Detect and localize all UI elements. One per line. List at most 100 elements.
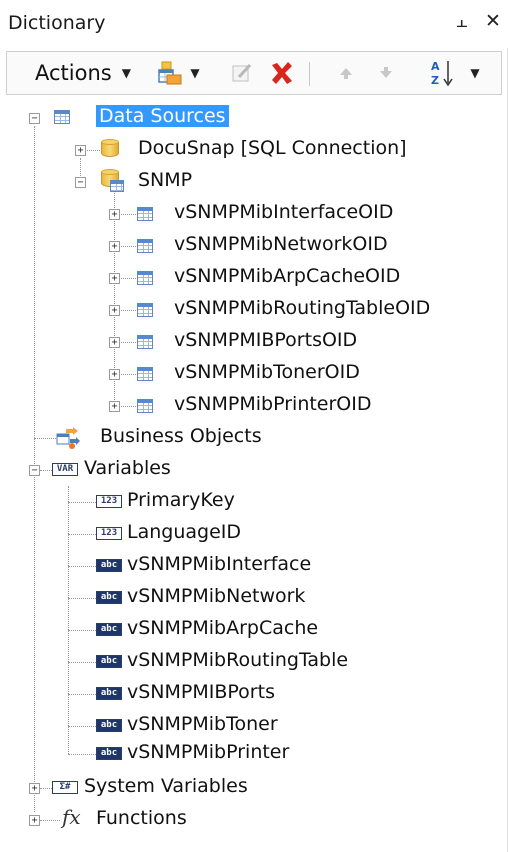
tree-label-table[interactable]: vSNMPMIBPortsOID xyxy=(174,329,357,351)
functions-icon: fx xyxy=(62,805,81,829)
string-variable-icon: abc xyxy=(96,719,122,732)
tree-label-table[interactable]: vSNMPMibArpCacheOID xyxy=(174,265,400,287)
move-down-icon xyxy=(380,67,392,78)
numeric-variable-icon: 123 xyxy=(96,527,122,540)
dictionary-toolbar: Actions ▼ ▼ A Z ▼ xyxy=(6,51,502,95)
string-variable-icon: abc xyxy=(96,591,122,604)
tree-node-variable[interactable]: abc vSNMPMibArpCache xyxy=(0,614,508,646)
numeric-variable-icon: 123 xyxy=(96,495,122,508)
expand-toggle-icon[interactable]: + xyxy=(109,337,120,348)
collapse-toggle-icon[interactable]: − xyxy=(29,465,40,476)
move-down-button[interactable] xyxy=(373,52,399,94)
tree-label-table[interactable]: vSNMPMibTonerOID xyxy=(174,361,360,383)
tree-label-variables[interactable]: Variables xyxy=(84,457,171,479)
move-up-icon xyxy=(340,68,352,79)
expand-toggle-icon[interactable]: + xyxy=(109,273,120,284)
tree-label-business-objects[interactable]: Business Objects xyxy=(100,425,262,447)
tree-label-variable[interactable]: LanguageID xyxy=(127,521,241,543)
close-icon[interactable]: ✕ xyxy=(485,10,501,32)
expand-toggle-icon[interactable]: + xyxy=(29,783,40,794)
string-variable-icon: abc xyxy=(96,747,122,760)
tree-node-snmp-table[interactable]: + vSNMPMibArpCacheOID xyxy=(0,262,508,294)
new-item-caret-icon: ▼ xyxy=(190,66,200,80)
string-variable-icon: abc xyxy=(96,687,122,700)
new-item-icon xyxy=(158,61,182,85)
tree-node-snmp-table[interactable]: + vSNMPMibNetworkOID xyxy=(0,230,508,262)
sort-button[interactable]: A Z ▼ xyxy=(419,52,491,94)
tree-node-variable[interactable]: abc vSNMPMibPrinter xyxy=(0,738,508,770)
pin-icon[interactable]: ⫠ xyxy=(456,10,468,32)
tree-label-variable[interactable]: vSNMPMibRoutingTable xyxy=(127,649,348,671)
tree-node-variable[interactable]: 123 PrimaryKey xyxy=(0,486,508,518)
tree-label-data-sources[interactable]: Data Sources xyxy=(96,105,229,127)
sort-caret-icon: ▼ xyxy=(470,66,480,80)
tree-label-system-variables[interactable]: System Variables xyxy=(84,775,248,797)
tree-label-functions[interactable]: Functions xyxy=(96,807,187,829)
tree-node-snmp[interactable]: − SNMP xyxy=(0,166,508,198)
tree-node-docusnap[interactable]: + DocuSnap [SQL Connection] xyxy=(0,134,508,166)
database-icon xyxy=(101,139,119,159)
expand-toggle-icon[interactable]: + xyxy=(109,209,120,220)
expand-toggle-icon[interactable]: + xyxy=(109,369,120,380)
tree-node-snmp-table[interactable]: + vSNMPMibTonerOID xyxy=(0,358,508,390)
tree-label-variable[interactable]: vSNMPMibPrinter xyxy=(127,741,289,763)
business-objects-icon xyxy=(56,427,80,449)
tree-node-business-objects[interactable]: Business Objects xyxy=(0,422,508,454)
variables-icon: VAR xyxy=(52,463,78,476)
svg-text:A: A xyxy=(431,60,440,73)
svg-text:Z: Z xyxy=(431,74,439,87)
tree-node-snmp-table[interactable]: + vSNMPMIBPortsOID xyxy=(0,326,508,358)
table-icon xyxy=(137,239,153,253)
tree-node-functions[interactable]: + fx Functions xyxy=(0,804,508,836)
tree-label-table[interactable]: vSNMPMibPrinterOID xyxy=(174,393,372,415)
expand-toggle-icon[interactable]: + xyxy=(109,305,120,316)
tree-label-variable[interactable]: PrimaryKey xyxy=(127,489,235,511)
tree-label-table[interactable]: vSNMPMibInterfaceOID xyxy=(174,201,393,223)
tree-label-variable[interactable]: vSNMPMIBPorts xyxy=(127,681,275,703)
expand-toggle-icon[interactable]: + xyxy=(75,145,86,156)
string-variable-icon: abc xyxy=(96,623,122,636)
expand-toggle-icon[interactable]: + xyxy=(109,401,120,412)
sort-az-icon: A Z xyxy=(431,60,453,87)
table-icon xyxy=(137,367,153,381)
tree-label-variable[interactable]: vSNMPMibInterface xyxy=(127,553,311,575)
delete-icon xyxy=(272,62,292,84)
tree-label-table[interactable]: vSNMPMibRoutingTableOID xyxy=(174,297,430,319)
tree-node-variable[interactable]: abc vSNMPMIBPorts xyxy=(0,678,508,710)
toolbar-separator xyxy=(309,62,310,86)
new-item-button[interactable]: ▼ xyxy=(153,52,205,94)
tree-label-variable[interactable]: vSNMPMibNetwork xyxy=(127,585,305,607)
tree-node-system-variables[interactable]: + Σ# System Variables xyxy=(0,772,508,804)
table-icon xyxy=(137,303,153,317)
tree-label-variable[interactable]: vSNMPMibArpCache xyxy=(127,617,318,639)
table-icon xyxy=(137,335,153,349)
tree-node-snmp-table[interactable]: + vSNMPMibInterfaceOID xyxy=(0,198,508,230)
tree-label-variable[interactable]: vSNMPMibToner xyxy=(127,713,278,735)
delete-button[interactable] xyxy=(265,52,299,94)
tree-label-docusnap[interactable]: DocuSnap [SQL Connection] xyxy=(138,137,407,159)
tree-node-variable[interactable]: 123 LanguageID xyxy=(0,518,508,550)
move-up-button[interactable] xyxy=(333,52,359,94)
tree-node-snmp-table[interactable]: + vSNMPMibPrinterOID xyxy=(0,390,508,422)
edit-button[interactable] xyxy=(227,52,257,94)
tree-label-table[interactable]: vSNMPMibNetworkOID xyxy=(174,233,388,255)
tree-node-snmp-table[interactable]: + vSNMPMibRoutingTableOID xyxy=(0,294,508,326)
tree-node-variables[interactable]: − VAR Variables xyxy=(0,454,508,486)
tree-label-snmp[interactable]: SNMP xyxy=(138,169,192,191)
collapse-toggle-icon[interactable]: − xyxy=(75,177,86,188)
edit-icon xyxy=(232,63,252,82)
tree-node-data-sources[interactable]: − Data Sources xyxy=(0,102,508,134)
actions-menu-button[interactable]: Actions ▼ xyxy=(29,52,137,94)
dictionary-panel: Dictionary ⫠ ✕ Actions ▼ ▼ A Z ▼ − Data … xyxy=(0,0,508,852)
expand-toggle-icon[interactable]: + xyxy=(29,815,40,826)
expand-toggle-icon[interactable]: + xyxy=(109,241,120,252)
table-icon xyxy=(137,399,153,413)
tree-node-variable[interactable]: abc vSNMPMibInterface xyxy=(0,550,508,582)
panel-titlebar: Dictionary ⫠ ✕ xyxy=(0,0,508,48)
snmp-table-icon xyxy=(110,180,124,192)
tree-node-variable[interactable]: abc vSNMPMibRoutingTable xyxy=(0,646,508,678)
string-variable-icon: abc xyxy=(96,655,122,668)
collapse-toggle-icon[interactable]: − xyxy=(29,113,40,124)
actions-caret-icon: ▼ xyxy=(121,66,131,80)
tree-node-variable[interactable]: abc vSNMPMibNetwork xyxy=(0,582,508,614)
